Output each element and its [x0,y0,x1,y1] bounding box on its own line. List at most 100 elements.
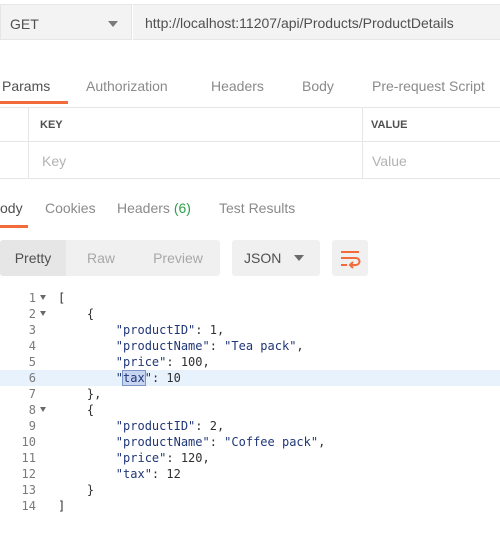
fold-arrow-icon[interactable] [40,407,46,412]
response-body-editor[interactable]: 1 [ 2 { 3 "productID": 1, 4 "productName… [0,288,500,544]
json-value: : 2, [195,419,225,433]
code-text: "price": 100, [58,354,210,370]
key-input[interactable]: Key [42,153,66,169]
method-label: GET [10,16,39,32]
json-key: "productName" [115,339,210,353]
code-text: "productName": "Coffee pack", [58,434,326,450]
tab-response-headers-label: Headers [117,200,170,216]
tab-authorization[interactable]: Authorization [86,78,168,94]
json-value: : 12 [151,467,181,481]
json-comma: , [296,339,304,353]
code-text: { [58,403,95,417]
response-tabs: ody Cookies Headers (6) Test Results [0,190,500,226]
tab-response-headers[interactable]: Headers (6) [117,200,191,216]
code-text: "price": 120, [58,450,210,466]
code-text: }, [58,387,102,401]
tab-pre-request-script[interactable]: Pre-request Script [372,78,485,94]
preview-button[interactable]: Preview [136,240,220,276]
code-line: 14 ] [0,498,500,514]
tab-params[interactable]: Params [2,78,50,94]
params-header-row: KEY VALUE [0,107,500,142]
code-line: 2 { [0,306,500,322]
code-text: ] [58,499,66,513]
url-input[interactable]: http://localhost:11207/api/Products/Prod… [133,4,500,40]
column-divider [362,142,363,178]
code-line-highlighted: 6 "tax": 10 [0,370,500,386]
json-value: : 1, [195,323,225,337]
active-tab-indicator [0,101,68,104]
code-line: 10 "productName": "Coffee pack", [0,434,500,450]
json-value: : 120, [166,451,210,465]
json-value: "Tea pack" [224,339,297,353]
line-number: 3 [28,323,36,337]
request-tabs: Params Authorization Headers Body Pre-re… [0,68,500,104]
format-select[interactable]: JSON [232,240,320,276]
line-number: 13 [21,483,36,497]
code-line: 5 "price": 100, [0,354,500,370]
json-separator: : [209,435,225,449]
active-response-tab-indicator [0,225,28,228]
json-key: "productName" [115,435,210,449]
code-line: 11 "price": 120, [0,450,500,466]
column-divider [28,142,29,178]
json-key-quote: " [144,371,152,385]
code-text: "productName": "Tea pack", [58,338,304,354]
method-select[interactable]: GET [0,4,132,40]
code-text: { [58,307,95,321]
view-mode-switcher: Pretty Raw Preview [0,240,220,276]
tab-response-body[interactable]: ody [0,200,23,216]
raw-button[interactable]: Raw [66,240,136,276]
pretty-button[interactable]: Pretty [0,240,66,276]
code-line: 4 "productName": "Tea pack", [0,338,500,354]
selected-text: tax [122,370,146,386]
line-number: 12 [21,467,36,481]
json-key: "price" [115,451,167,465]
wrap-lines-icon [341,251,361,269]
code-text: "productID": 1, [58,322,224,338]
column-divider [28,108,29,141]
code-line: 7 }, [0,386,500,402]
line-number: 1 [28,291,36,305]
line-number: 14 [21,499,36,513]
json-value: "Coffee pack" [224,435,319,449]
line-number: 8 [28,403,36,417]
code-line: 1 [ [0,290,500,306]
line-number: 6 [28,371,36,385]
tab-test-results[interactable]: Test Results [219,200,295,216]
json-key: "productID" [115,323,196,337]
json-comma: , [318,435,326,449]
code-text: [ [58,291,66,305]
format-label: JSON [244,250,282,266]
code-text: } [58,483,95,497]
line-number: 9 [28,419,36,433]
code-line: 3 "productID": 1, [0,322,500,338]
value-input[interactable]: Value [372,153,407,169]
code-text: "tax": 10 [58,370,181,386]
tab-body[interactable]: Body [302,78,334,94]
url-text: http://localhost:11207/api/Products/Prod… [145,15,454,31]
key-column-header: KEY [40,119,63,131]
code-line: 9 "productID": 2, [0,418,500,434]
tab-headers[interactable]: Headers [211,78,264,94]
fold-arrow-icon[interactable] [40,295,46,300]
tab-cookies[interactable]: Cookies [45,200,96,216]
code-text: "tax": 12 [58,466,181,482]
line-number: 2 [28,307,36,321]
chevron-down-icon [294,255,304,261]
line-number: 7 [28,387,36,401]
wrap-lines-button[interactable] [332,240,368,276]
code-line: 8 { [0,402,500,418]
line-number: 10 [21,435,36,449]
json-key: "productID" [115,419,196,433]
line-number: 4 [28,339,36,353]
json-value: : 100, [166,355,210,369]
fold-arrow-icon[interactable] [40,311,46,316]
value-column-header: VALUE [371,119,408,131]
column-divider [362,108,363,141]
json-key: "price" [115,355,167,369]
json-value: : 10 [151,371,181,385]
code-text: "productID": 2, [58,418,224,434]
line-number: 11 [21,451,36,465]
headers-count-badge: (6) [173,200,191,216]
code-line: 12 "tax": 12 [0,466,500,482]
